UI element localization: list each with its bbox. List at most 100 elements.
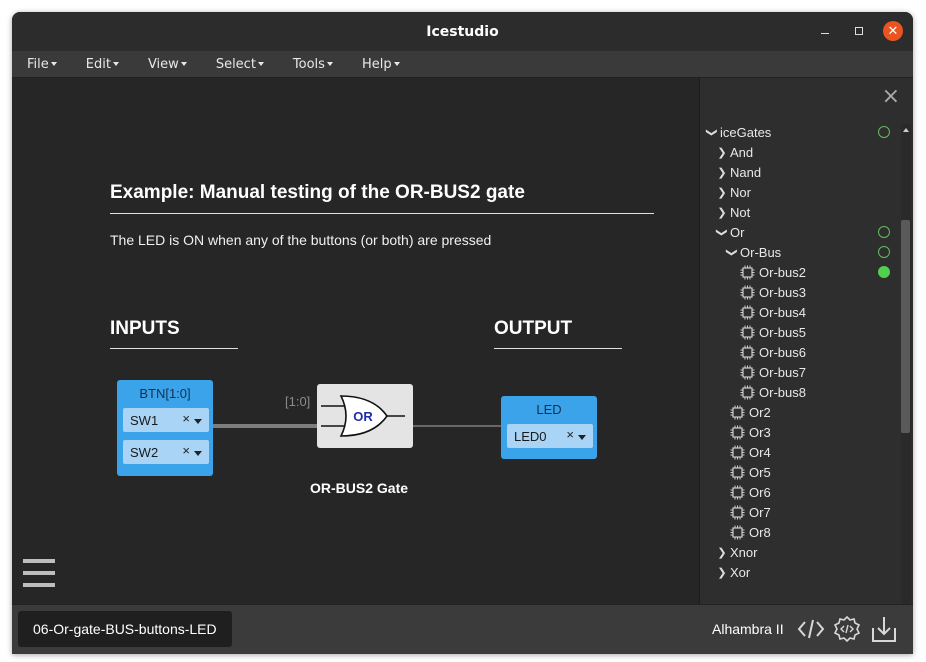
tree-item-label: Or-bus3: [759, 284, 806, 300]
gate-caption: OR-BUS2 Gate: [310, 480, 409, 496]
tree-item-label: Or-bus4: [759, 304, 806, 320]
pin-value: SW1: [130, 412, 159, 428]
menu-edit[interactable]: Edit: [86, 57, 119, 72]
gate-symbol-text: OR: [353, 409, 373, 424]
tree-item[interactable]: Or-bus4: [700, 302, 900, 322]
tree-item[interactable]: Or7: [700, 502, 900, 522]
tree-item[interactable]: Or4: [700, 442, 900, 462]
hamburger-menu-icon[interactable]: [23, 559, 55, 587]
tree-item[interactable]: ❯ Or: [700, 222, 900, 242]
tree-item[interactable]: Or6: [700, 482, 900, 502]
tree-item-label: Or5: [749, 464, 771, 480]
tree-item-label: Or7: [749, 504, 771, 520]
menu-bar: File Edit View Select Tools Help: [12, 51, 913, 78]
tree-item-label: Not: [730, 204, 751, 220]
chip-icon: [740, 385, 755, 400]
chevron-right-icon: ❯: [717, 166, 727, 179]
chevron-down-icon: ❯: [725, 247, 738, 257]
scrollbar-thumb[interactable]: [901, 220, 910, 433]
tree-item[interactable]: ❯ Xnor: [700, 542, 900, 562]
tree-item[interactable]: ❯ And: [700, 142, 900, 162]
tree-item-label: Or6: [749, 484, 771, 500]
tree-item[interactable]: Or5: [700, 462, 900, 482]
menu-file-label: File: [27, 56, 49, 72]
clear-icon[interactable]: ×: [182, 443, 190, 458]
tree-item-label: Or-bus5: [759, 324, 806, 340]
status-indicator-icon: [878, 266, 890, 278]
hamburger-bar: [23, 559, 55, 563]
dropdown-arrow-icon[interactable]: [194, 419, 202, 424]
menu-help[interactable]: Help: [362, 57, 400, 72]
tree-item-label: Xor: [730, 564, 751, 580]
tree-item[interactable]: Or-bus3: [700, 282, 900, 302]
chip-icon: [740, 345, 755, 360]
pin-select-sw2[interactable]: SW2 ×: [123, 440, 209, 464]
output-block-led[interactable]: LED LED0 ×: [501, 396, 597, 459]
menu-view-label: View: [147, 56, 179, 72]
chip-icon: [730, 425, 745, 440]
menu-help-label: Help: [361, 56, 392, 72]
tree-item[interactable]: Or-bus7: [700, 362, 900, 382]
tree-item[interactable]: Or-bus2: [700, 262, 900, 282]
tree-item[interactable]: ❯ Nor: [700, 182, 900, 202]
tree-item-label: Xnor: [730, 544, 758, 560]
scroll-up-icon[interactable]: [903, 128, 909, 132]
tree-item-label: Nand: [730, 164, 762, 180]
menu-select[interactable]: Select: [216, 57, 264, 72]
maximize-icon: [855, 27, 863, 35]
title-bar: Icestudio ✕: [12, 12, 913, 51]
design-canvas[interactable]: Example: Manual testing of the OR-BUS2 g…: [12, 78, 699, 604]
close-window-button[interactable]: ✕: [883, 21, 903, 41]
chevron-right-icon: ❯: [717, 566, 727, 579]
file-name-tab[interactable]: 06-Or-gate-BUS-buttons-LED: [18, 611, 232, 647]
build-gear-icon[interactable]: [832, 614, 862, 644]
board-name[interactable]: Alhambra II: [712, 621, 784, 637]
menu-tools-label: Tools: [292, 56, 325, 72]
tree-item[interactable]: ❯ iceGates: [700, 122, 900, 142]
tree-item[interactable]: Or-bus6: [700, 342, 900, 362]
dropdown-arrow-icon[interactable]: [194, 451, 202, 456]
menu-tools[interactable]: Tools: [293, 57, 333, 72]
wires: [213, 424, 502, 428]
chevron-right-icon: ❯: [717, 146, 727, 159]
upload-download-icon[interactable]: [869, 614, 899, 644]
chip-icon: [740, 325, 755, 340]
pin-select-led0[interactable]: LED0 ×: [507, 424, 593, 448]
minimize-button[interactable]: [815, 21, 835, 41]
tree-item[interactable]: ❯ Not: [700, 202, 900, 222]
or-bus2-gate-block[interactable]: OR: [317, 384, 413, 448]
tree-item-label: Or-bus8: [759, 384, 806, 400]
bus-wire-label: [1:0]: [285, 394, 311, 409]
close-sidebar-icon[interactable]: ×: [882, 86, 900, 108]
tree-item[interactable]: Or8: [700, 522, 900, 542]
pin-select-sw1[interactable]: SW1 ×: [123, 408, 209, 432]
input-block-btn[interactable]: BTN[1:0] SW1 × SW2 ×: [117, 380, 213, 476]
tree-item[interactable]: Or-bus5: [700, 322, 900, 342]
menu-edit-label: Edit: [85, 56, 111, 72]
dropdown-arrow-icon[interactable]: [578, 435, 586, 440]
output-block-label: LED: [536, 402, 562, 417]
tree-item[interactable]: ❯ Or-Bus: [700, 242, 900, 262]
clear-icon[interactable]: ×: [182, 411, 190, 426]
tree-item-label: Or: [730, 224, 745, 240]
caret-down-icon: [326, 62, 333, 66]
menu-view[interactable]: View: [148, 57, 187, 72]
clear-icon[interactable]: ×: [566, 427, 574, 442]
tree-item[interactable]: ❯ Nand: [700, 162, 900, 182]
tree-item[interactable]: Or3: [700, 422, 900, 442]
verilog-code-icon[interactable]: [796, 614, 826, 644]
tree-item[interactable]: ❯ Xor: [700, 562, 900, 582]
tree-item[interactable]: Or-bus8: [700, 382, 900, 402]
tree-item-label: Or-bus6: [759, 344, 806, 360]
menu-select-label: Select: [215, 56, 256, 72]
tree-item[interactable]: Or2: [700, 402, 900, 422]
close-icon: ✕: [887, 23, 899, 39]
tree-item-label: iceGates: [720, 124, 772, 140]
maximize-button[interactable]: [849, 21, 869, 41]
tree-item-label: Or-bus7: [759, 364, 806, 380]
tree-item-label: Or3: [749, 424, 771, 440]
chevron-right-icon: ❯: [717, 206, 727, 219]
chevron-right-icon: ❯: [717, 546, 727, 559]
tree-item-label: Or8: [749, 524, 771, 540]
menu-file[interactable]: File: [27, 57, 57, 72]
